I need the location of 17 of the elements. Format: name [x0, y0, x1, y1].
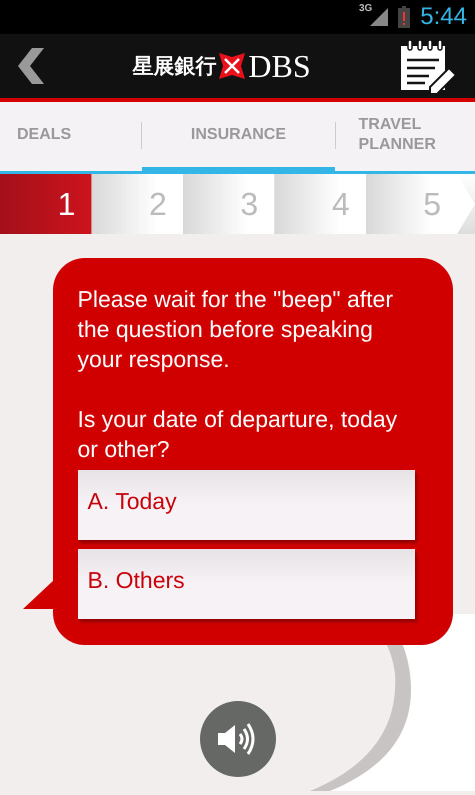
logo-text: DBS [248, 48, 311, 84]
instruction-text: Please wait for the "beep" after the question before speaking your response. [78, 285, 394, 374]
signal-icon [370, 8, 388, 26]
question-text: Is your date of departure, today or other? [78, 405, 398, 464]
tab[interactable]: TRAVEL PLANNER [336, 102, 475, 174]
notepad-pencil-icon[interactable] [399, 38, 457, 94]
logo-chinese-text: 星展銀行 [132, 52, 216, 80]
back-icon[interactable] [18, 48, 44, 84]
tab[interactable]: DEALS [0, 102, 142, 174]
clock: 5:44 [420, 3, 467, 31]
battery-icon [398, 6, 410, 28]
network-type: 3G [358, 3, 372, 14]
step-chevron: 5 [366, 174, 475, 234]
logo-icon [219, 53, 246, 79]
answer-option[interactable]: B. Others [78, 549, 414, 619]
speaker-icon [218, 722, 258, 756]
answer-option[interactable]: A. Today [78, 470, 414, 540]
